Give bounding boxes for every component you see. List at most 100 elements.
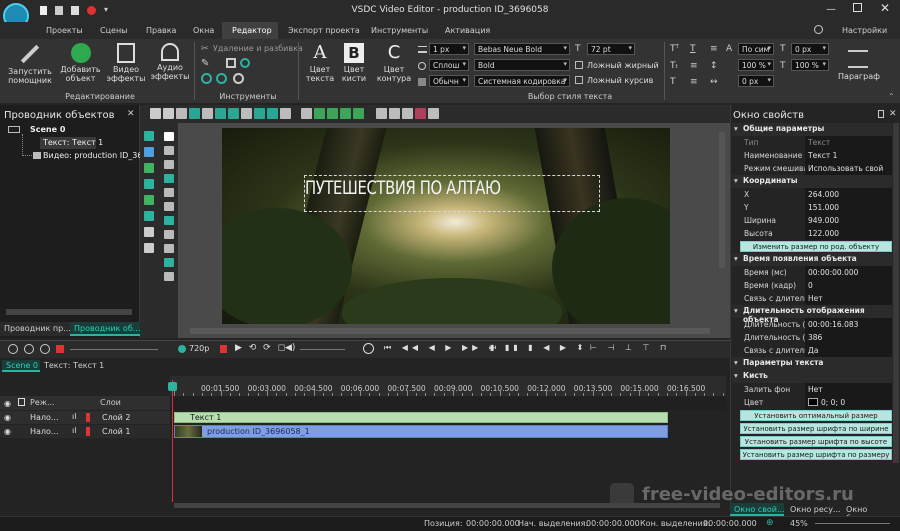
font-size-dropdown[interactable]: 72 pt — [587, 43, 635, 55]
prop-section[interactable]: ▾ Общие параметры — [732, 123, 892, 136]
prop-section[interactable]: ▾ Кисть — [732, 370, 892, 383]
video-clip-label[interactable]: production ID_3696058_1 — [207, 427, 310, 436]
outline-color-button[interactable]: C Цвет контура — [374, 43, 414, 84]
speed-icon[interactable] — [233, 73, 244, 84]
move-up-icon[interactable] — [215, 108, 226, 119]
zoom-slider[interactable] — [70, 349, 158, 350]
delete-icon[interactable] — [189, 108, 200, 119]
fake-italic-label[interactable]: Ложный курсив — [587, 76, 653, 85]
line-style-dropdown[interactable]: Сплош — [429, 59, 469, 71]
object-tool-icon-8[interactable] — [164, 244, 174, 253]
fake-bold-checkbox[interactable] — [575, 61, 583, 69]
panel-close-icon[interactable]: ✕ — [127, 109, 135, 119]
collapse-arrow-icon[interactable]: ▾ — [734, 371, 738, 380]
align-mode-dropdown[interactable]: По сим — [738, 43, 774, 55]
rotate-icon[interactable] — [240, 58, 250, 68]
timeline-hscroll[interactable] — [174, 503, 720, 508]
layer-row-1[interactable] — [0, 425, 170, 438]
settings-link[interactable]: Настройки — [842, 26, 887, 35]
prop-value[interactable]: 00:00:00.000 — [805, 266, 892, 279]
playhead[interactable] — [172, 380, 173, 502]
tree-video-label[interactable]: Видео: production ID_369 — [43, 151, 148, 160]
object-tool-icon-9[interactable] — [164, 258, 174, 267]
pen-tool-icon[interactable]: ✎ — [201, 58, 209, 69]
canvas-overlay-text[interactable]: ПУТЕШЕСТВИЯ ПО АЛТАЮ — [305, 177, 501, 199]
layer2-eye-icon[interactable]: ◉ — [4, 413, 11, 422]
launch-wizard-button[interactable]: Запустить помощник — [6, 43, 54, 85]
help-icon[interactable] — [814, 25, 823, 34]
object-tool-icon-3[interactable] — [164, 174, 174, 183]
play-record-icon[interactable] — [220, 345, 227, 353]
playhead-handle[interactable] — [168, 382, 177, 391]
layer2-mode[interactable]: Нало... — [30, 413, 59, 422]
zoom-out-icon[interactable] — [24, 344, 34, 354]
collapse-arrow-icon[interactable]: ▾ — [734, 176, 738, 185]
crop-red-icon[interactable] — [415, 108, 426, 119]
object-tool-icon-0[interactable] — [164, 132, 174, 141]
scissors-icon[interactable]: ✂ — [201, 44, 209, 54]
select-icon[interactable] — [202, 108, 213, 119]
layer-row-2[interactable] — [0, 411, 170, 424]
prop-value[interactable]: Текст — [805, 136, 892, 149]
brush-color-button[interactable]: B Цвет кисти — [338, 43, 370, 83]
eye-header-icon[interactable]: ◉ — [4, 399, 11, 408]
align-icon[interactable]: ≡ — [690, 77, 698, 87]
fake-italic-checkbox[interactable] — [575, 76, 583, 84]
align-center-icon[interactable]: ≡ — [710, 44, 718, 54]
layer1-eye-icon[interactable]: ◉ — [4, 427, 11, 436]
indent-icon[interactable]: T — [780, 44, 786, 54]
underline-icon[interactable]: T — [690, 44, 696, 54]
prop-section[interactable]: ▾ Время появления объекта — [732, 253, 892, 266]
delete-split-label[interactable]: Удаление и разбивка — [213, 44, 303, 53]
video-effects-button[interactable]: Видео эффекты — [106, 43, 146, 83]
layer-icon[interactable] — [402, 108, 413, 119]
chart-tool-icon[interactable] — [144, 131, 154, 141]
font-style-dropdown[interactable]: Bold — [474, 59, 570, 71]
timeline-tab-scene-label[interactable]: Scene 0 — [6, 361, 38, 370]
superscript-icon[interactable]: Tᵀ — [670, 44, 679, 54]
canvas-hscroll[interactable] — [190, 328, 710, 334]
layer1-name[interactable]: Слой 1 — [102, 427, 130, 436]
line-width-dropdown[interactable]: 1 px — [429, 43, 469, 55]
quality-dropdown[interactable]: 720p — [189, 344, 209, 353]
prop-action-button[interactable]: Установить размер шрифта по ширине — [740, 423, 892, 434]
scale-y-icon[interactable]: T — [780, 61, 786, 71]
properties-close-icon[interactable]: ✕ — [889, 109, 897, 119]
properties-pin-icon[interactable] — [878, 110, 884, 118]
prop-value[interactable]: Использовать свой — [805, 162, 892, 175]
tree-scene[interactable]: Scene 0 — [30, 125, 65, 134]
prop-value[interactable]: 264.000 — [805, 188, 892, 201]
left-tab-objects-label[interactable]: Проводник об... — [74, 324, 140, 333]
menu-windows[interactable]: Окна — [193, 26, 214, 35]
lock-header-icon[interactable] — [18, 398, 25, 406]
scale-y-field[interactable]: 100 % — [791, 59, 829, 71]
layer2-audio-icon[interactable]: ıl — [72, 412, 76, 421]
maximize-button[interactable] — [853, 3, 862, 12]
strike-icon[interactable]: T — [670, 77, 676, 87]
menu-editor[interactable]: Редактор — [232, 26, 272, 35]
prop-value[interactable]: Текст 1 — [805, 149, 892, 162]
props-tab-properties-label[interactable]: Окно свой... — [734, 505, 785, 514]
case-icon[interactable]: A — [726, 44, 732, 54]
volume-slider[interactable] — [300, 349, 345, 350]
menu-projects[interactable]: Проекты — [46, 26, 83, 35]
playback-icons[interactable]: ⏮ ◀◀ ◀ ▶ ▶▶ ⏭ — [384, 343, 500, 353]
menu-tools[interactable]: Инструменты — [371, 26, 428, 35]
prop-value[interactable]: 00:00:16.083 — [805, 318, 892, 331]
object-tool-icon-5[interactable] — [164, 202, 174, 211]
menu-edit[interactable]: Правка — [146, 26, 176, 35]
align-left-icon[interactable]: ≡ — [690, 61, 698, 71]
indent-field[interactable]: 0 px — [791, 43, 829, 55]
fake-bold-label[interactable]: Ложный жирный — [587, 61, 659, 70]
font-name-dropdown[interactable]: Bebas Neue Bold — [474, 43, 570, 55]
marker-icons[interactable]: ▮ ▮▮ ▮ ◀ ▶ ⬍ — [490, 343, 587, 352]
paragraph-button[interactable]: Параграф — [838, 72, 880, 81]
animation-tool-icon[interactable] — [144, 211, 154, 221]
object-tool-icon-10[interactable] — [164, 272, 174, 281]
object-tool-icon-7[interactable] — [164, 230, 174, 239]
prop-action-button[interactable]: Изменить размер по род. объекту — [740, 241, 892, 252]
tree-tool-icon[interactable] — [144, 163, 154, 173]
move-tool-icon[interactable] — [144, 227, 154, 237]
menu-activation[interactable]: Активация — [445, 26, 490, 35]
prop-value[interactable]: 949.000 — [805, 214, 892, 227]
